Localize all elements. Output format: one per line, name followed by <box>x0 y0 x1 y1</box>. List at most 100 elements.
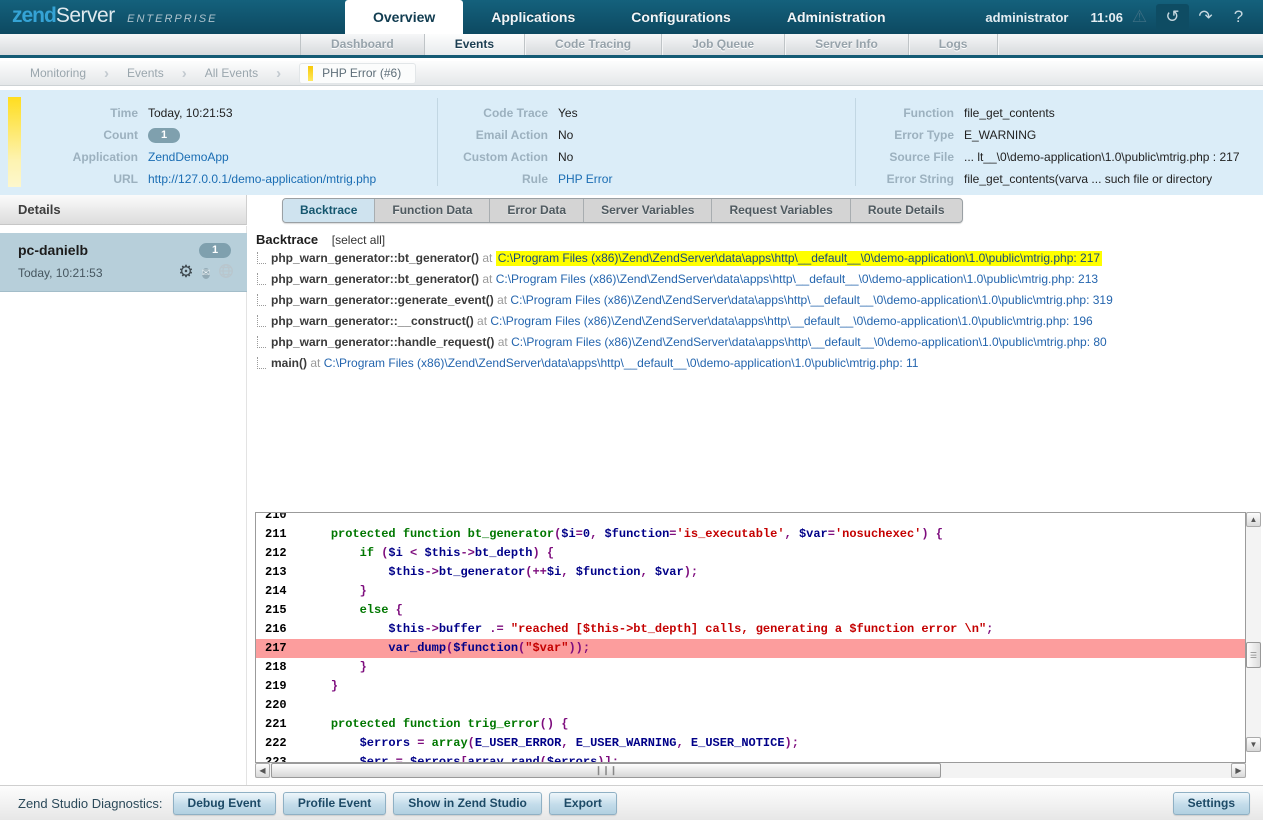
code-line-223: 223 $err = $errors[array_rand($errors)]; <box>256 753 1245 763</box>
backtrace-source-link[interactable]: C:\Program Files (x86)\Zend\ZendServer\d… <box>510 293 1112 307</box>
profile-event-button[interactable]: Profile Event <box>283 792 386 815</box>
horizontal-scroll-thumb[interactable]: ❙❙❙ <box>271 763 941 778</box>
logo-server: Server <box>56 4 115 27</box>
subnav-events[interactable]: Events <box>425 34 525 55</box>
detail-tab-error-data[interactable]: Error Data <box>490 199 584 222</box>
event-list-item-selected[interactable]: pc-danielb 1 Today, 10:21:53 ⚙ ✉ <box>0 233 247 292</box>
code-line-213: 213 $this->bt_generator(++$i, $function,… <box>256 563 1245 582</box>
tab-overview[interactable]: Overview <box>345 0 463 34</box>
breadcrumb-current: PHP Error (#6) <box>322 66 401 80</box>
zend-server-logo[interactable]: zendServer ENTERPRISE <box>12 4 217 28</box>
details-title: Details <box>18 195 246 224</box>
main-tabs: OverviewApplicationsConfigurationsAdmini… <box>345 0 914 34</box>
summary-label: Time <box>28 106 138 120</box>
backtrace-source-link[interactable]: C:\Program Files (x86)\Zend\ZendServer\d… <box>324 356 919 370</box>
backtrace-list: php_warn_generator::bt_generator() at C:… <box>256 251 1246 377</box>
detail-tab-backtrace[interactable]: Backtrace <box>283 199 375 222</box>
code-line-218: 218 } <box>256 658 1245 677</box>
backtrace-function: php_warn_generator::handle_request() <box>271 335 494 349</box>
backtrace-function: php_warn_generator::generate_event() <box>271 293 494 307</box>
subnav-job-queue[interactable]: Job Queue <box>662 34 785 55</box>
details-panel-header: Details <box>0 195 247 225</box>
tree-connector-icon <box>257 252 266 264</box>
breadcrumb-all-events[interactable]: All Events <box>205 66 258 80</box>
summary-value-link[interactable]: PHP Error <box>558 172 612 186</box>
header-icons: ⚠↺↷? <box>1123 0 1255 34</box>
subnav-dashboard[interactable]: Dashboard <box>300 34 425 55</box>
summary-row-error-type: Error TypeE_WARNING <box>862 124 1257 146</box>
code-lines: 210211 protected function bt_generator($… <box>256 512 1245 763</box>
breadcrumb-monitoring[interactable]: Monitoring <box>30 66 86 80</box>
breadcrumb-chevron-icon: › <box>276 65 281 82</box>
line-number: 211 <box>256 525 302 544</box>
backtrace-function: php_warn_generator::__construct() <box>271 314 474 328</box>
line-number: 221 <box>256 715 302 734</box>
summary-row-email-action: Email ActionNo <box>448 124 838 146</box>
backtrace-at: at <box>479 251 496 265</box>
backtrace-source-link[interactable]: C:\Program Files (x86)\Zend\ZendServer\d… <box>490 314 1092 328</box>
summary-value-link[interactable]: http://127.0.0.1/demo-application/mtrig.… <box>148 172 376 186</box>
detail-tab-request-variables[interactable]: Request Variables <box>712 199 850 222</box>
breadcrumb-events[interactable]: Events <box>127 66 164 80</box>
vertical-scrollbar[interactable]: ▲ ☰ ▼ <box>1246 512 1261 752</box>
help-icon[interactable]: ? <box>1222 4 1255 30</box>
scroll-left-arrow[interactable]: ◀ <box>255 763 270 778</box>
settings-button[interactable]: Settings <box>1173 792 1250 815</box>
summary-value: No <box>558 150 573 164</box>
refresh-icon[interactable]: ↺ <box>1156 4 1189 30</box>
detail-tab-function-data[interactable]: Function Data <box>375 199 490 222</box>
detail-tab-server-variables[interactable]: Server Variables <box>584 199 712 222</box>
summary-label: Email Action <box>448 128 548 142</box>
tab-applications[interactable]: Applications <box>463 0 603 34</box>
subnav-logs[interactable]: Logs <box>909 34 999 55</box>
warning-icon[interactable]: ⚠ <box>1123 4 1156 30</box>
vertical-scroll-thumb[interactable]: ☰ <box>1246 642 1261 668</box>
sub-navigation-bar: DashboardEventsCode TracingJob QueueServ… <box>0 34 1263 58</box>
detail-tab-route-details[interactable]: Route Details <box>851 199 962 222</box>
summary-column-3: Functionfile_get_contentsError TypeE_WAR… <box>862 102 1257 190</box>
backtrace-source-link[interactable]: C:\Program Files (x86)\Zend\ZendServer\d… <box>496 272 1098 286</box>
code-line-219: 219 } <box>256 677 1245 696</box>
event-item-icons: ⚙ ✉ <box>177 263 235 281</box>
tab-administration[interactable]: Administration <box>759 0 914 34</box>
summary-divider <box>855 98 856 186</box>
select-all-link[interactable]: [select all] <box>332 233 385 247</box>
tree-connector-icon <box>257 294 266 306</box>
summary-row-time: Time Today, 10:21:53 <box>28 102 423 124</box>
event-host: pc-danielb <box>18 242 88 258</box>
summary-label: Application <box>28 150 138 164</box>
backtrace-source-link[interactable]: C:\Program Files (x86)\Zend\ZendServer\d… <box>511 335 1107 349</box>
tab-configurations[interactable]: Configurations <box>603 0 759 34</box>
clock: 11:06 <box>1090 10 1123 25</box>
line-number: 212 <box>256 544 302 563</box>
email-icon[interactable]: ✉ <box>197 263 215 281</box>
settings-gear-icon[interactable]: ⚙ <box>177 263 195 281</box>
globe-icon[interactable] <box>217 263 235 281</box>
subnav-server-info[interactable]: Server Info <box>785 34 909 55</box>
scroll-right-arrow[interactable]: ▶ <box>1231 763 1246 778</box>
scroll-up-arrow[interactable]: ▲ <box>1246 512 1261 527</box>
line-number: 218 <box>256 658 302 677</box>
line-number: 216 <box>256 620 302 639</box>
summary-value-link[interactable]: ZendDemoApp <box>148 150 229 164</box>
severity-accent-bar <box>8 97 21 187</box>
breadcrumb-current-box: PHP Error (#6) <box>299 63 416 84</box>
line-number: 219 <box>256 677 302 696</box>
event-summary-panel: Time Today, 10:21:53 Count1 Application Zend… <box>0 90 1263 195</box>
show-in-zend-studio-button[interactable]: Show in Zend Studio <box>393 792 542 815</box>
summary-divider <box>437 98 438 186</box>
user-menu[interactable]: administrator <box>985 10 1068 25</box>
backtrace-function: php_warn_generator::bt_generator() <box>271 251 479 265</box>
summary-column-1: Time Today, 10:21:53 Count1 Application Zend… <box>28 102 423 190</box>
subnav-code-tracing[interactable]: Code Tracing <box>525 34 662 55</box>
scroll-down-arrow[interactable]: ▼ <box>1246 737 1261 752</box>
logout-icon[interactable]: ↷ <box>1189 4 1222 30</box>
horizontal-scrollbar[interactable]: ◀ ❙❙❙ ▶ <box>255 763 1246 778</box>
summary-value: Today, 10:21:53 <box>148 106 233 120</box>
summary-label: Error String <box>862 172 954 186</box>
backtrace-source-link[interactable]: C:\Program Files (x86)\Zend\ZendServer\d… <box>496 251 1102 266</box>
line-number: 217 <box>256 639 302 658</box>
summary-row-count: Count1 <box>28 124 423 146</box>
debug-event-button[interactable]: Debug Event <box>173 792 276 815</box>
export-button[interactable]: Export <box>549 792 617 815</box>
